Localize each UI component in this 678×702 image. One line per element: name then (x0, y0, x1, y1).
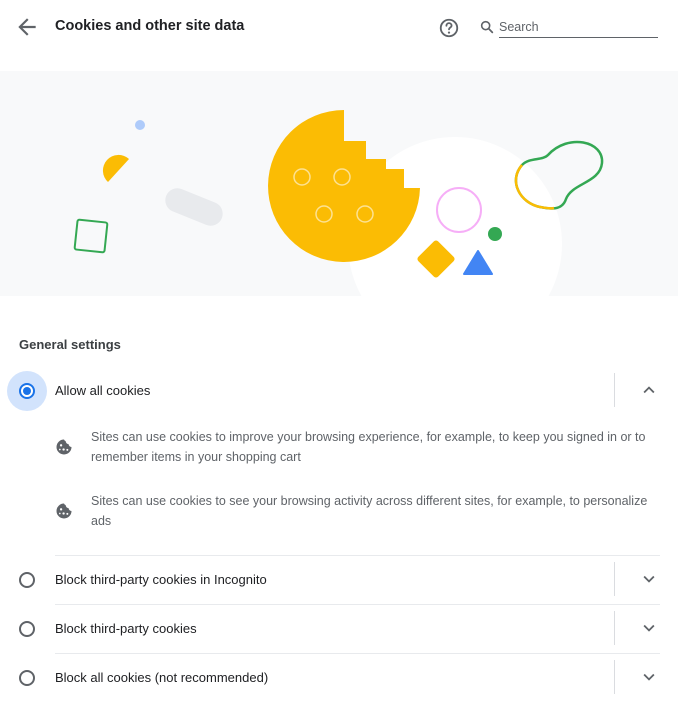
row-separator (614, 562, 615, 596)
search-icon (480, 20, 494, 34)
option-block-third-party-incognito[interactable]: Block third-party cookies in Incognito (0, 556, 678, 604)
option-label: Block third-party cookies in Incognito (55, 572, 267, 587)
row-separator (614, 660, 615, 694)
section-heading: General settings (19, 337, 121, 352)
option-label: Block third-party cookies (55, 621, 197, 636)
option-block-third-party[interactable]: Block third-party cookies (0, 605, 678, 653)
arrow-back-icon[interactable] (14, 14, 40, 40)
chevron-down-icon[interactable] (638, 617, 660, 639)
option-allow-all-cookies[interactable]: Allow all cookies (0, 367, 678, 415)
option-label: Allow all cookies (55, 383, 151, 398)
row-separator (614, 611, 615, 645)
chevron-down-icon[interactable] (638, 568, 660, 590)
page-title: Cookies and other site data (55, 18, 245, 34)
search-input[interactable] (499, 17, 658, 38)
chevron-down-icon[interactable] (638, 666, 660, 688)
radio-block-third-party-incognito[interactable] (19, 572, 35, 588)
cookie-illustration (0, 71, 678, 296)
cookie-shape (268, 110, 420, 262)
radio-allow-all-cookies[interactable] (19, 383, 35, 399)
row-separator (614, 373, 615, 407)
option-label: Block all cookies (not recommended) (55, 670, 269, 685)
page-header: Cookies and other site data (0, 0, 678, 55)
description-text: Sites can use cookies to see your browsi… (91, 494, 648, 528)
cookie-icon (56, 503, 72, 519)
option-block-all-cookies[interactable]: Block all cookies (not recommended) (0, 654, 678, 702)
chevron-up-icon[interactable] (638, 379, 660, 401)
radio-block-all-cookies[interactable] (19, 670, 35, 686)
cookie-icon (56, 439, 72, 455)
help-icon[interactable] (438, 17, 460, 39)
description-text: Sites can use cookies to improve your br… (91, 430, 646, 464)
radio-block-third-party[interactable] (19, 621, 35, 637)
